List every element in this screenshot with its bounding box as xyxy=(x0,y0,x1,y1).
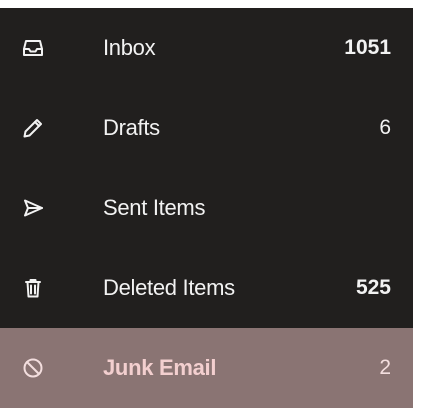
folder-pane: Inbox 1051 Drafts 6 Sent Items Deleted I… xyxy=(0,8,413,408)
folder-item-inbox[interactable]: Inbox 1051 xyxy=(0,8,413,88)
item-count: 6 xyxy=(379,116,391,139)
item-count: 2 xyxy=(379,356,391,379)
folder-label: Deleted Items xyxy=(103,275,235,300)
folder-label: Sent Items xyxy=(103,195,206,220)
unread-count: 525 xyxy=(355,276,391,299)
inbox-icon xyxy=(22,37,44,59)
folder-item-junk[interactable]: Junk Email 2 xyxy=(0,328,413,408)
folder-item-deleted[interactable]: Deleted Items 525 xyxy=(0,248,413,328)
folder-item-sent[interactable]: Sent Items xyxy=(0,168,413,248)
folder-label: Drafts xyxy=(103,115,160,140)
folder-item-drafts[interactable]: Drafts 6 xyxy=(0,88,413,168)
pencil-icon xyxy=(22,117,44,139)
trash-icon xyxy=(22,277,44,299)
block-icon xyxy=(22,357,44,379)
folder-label: Inbox xyxy=(103,35,156,60)
send-icon xyxy=(22,197,44,219)
folder-label: Junk Email xyxy=(103,355,217,380)
unread-count: 1051 xyxy=(344,36,391,59)
